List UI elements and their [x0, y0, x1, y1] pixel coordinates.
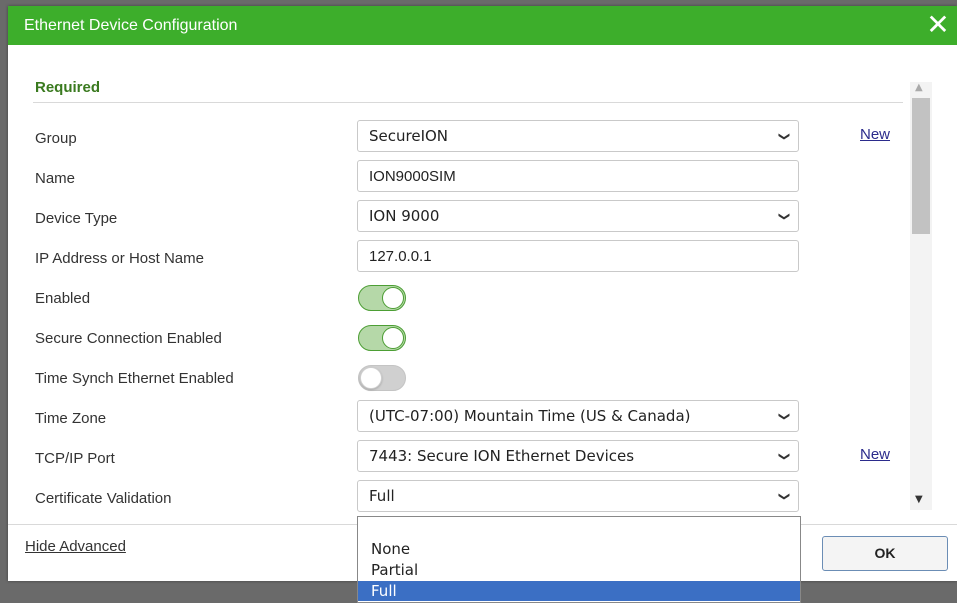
cert-validation-select[interactable]: Full ❯ — [357, 480, 799, 512]
ok-button[interactable]: OK — [822, 536, 948, 571]
close-icon[interactable]: ✕ — [925, 10, 951, 40]
group-label: Group — [35, 130, 77, 147]
chevron-down-icon: ❯ — [777, 131, 791, 142]
chevron-down-icon: ❯ — [777, 211, 791, 222]
name-label: Name — [35, 170, 76, 187]
tcp-port-label: TCP/IP Port — [35, 450, 115, 467]
device-type-select[interactable]: ION 9000 ❯ — [357, 200, 799, 232]
ip-input[interactable]: 127.0.0.1 — [357, 240, 799, 272]
scroll-up-icon[interactable]: ▲ — [915, 82, 923, 93]
dialog-title: Ethernet Device Configuration — [24, 17, 238, 34]
toggle-knob — [382, 327, 404, 349]
secure-connection-toggle[interactable] — [358, 325, 406, 351]
section-title-required: Required — [35, 79, 101, 96]
dialog-titlebar: Ethernet Device Configuration ✕ — [8, 6, 957, 45]
scrollbar-thumb[interactable] — [912, 98, 930, 234]
time-zone-value: (UTC-07:00) Mountain Time (US & Canada) — [369, 407, 691, 425]
enabled-toggle[interactable] — [358, 285, 406, 311]
option-partial[interactable]: Partial — [358, 560, 800, 580]
time-synch-toggle[interactable] — [358, 365, 406, 391]
cert-validation-dropdown: None Partial Full — [357, 516, 801, 603]
chevron-down-icon: ❯ — [777, 411, 791, 422]
time-zone-label: Time Zone — [35, 410, 107, 427]
enabled-label: Enabled — [35, 290, 91, 307]
tcp-port-select[interactable]: 7443: Secure ION Ethernet Devices ❯ — [357, 440, 799, 472]
ethernet-device-config-dialog: Ethernet Device Configuration ✕ Required… — [8, 6, 957, 581]
ip-value: 127.0.0.1 — [369, 248, 432, 265]
secure-connection-label: Secure Connection Enabled — [35, 330, 222, 347]
group-value: SecureION — [369, 127, 449, 145]
option-none[interactable]: None — [358, 539, 800, 559]
option-full[interactable]: Full — [358, 581, 800, 601]
chevron-down-icon: ❯ — [777, 451, 791, 462]
hide-advanced-link[interactable]: Hide Advanced — [25, 538, 126, 555]
name-input[interactable]: ION9000SIM — [357, 160, 799, 192]
ip-label: IP Address or Host Name — [35, 250, 204, 267]
option-label: Partial — [371, 561, 419, 579]
cert-validation-value: Full — [369, 487, 395, 505]
group-new-link[interactable]: New — [860, 126, 890, 143]
chevron-down-icon: ❯ — [777, 491, 791, 502]
toggle-knob — [382, 287, 404, 309]
scroll-down-icon[interactable]: ▼ — [915, 494, 923, 505]
option-label: Full — [371, 582, 397, 600]
toggle-knob — [360, 367, 382, 389]
time-zone-select[interactable]: (UTC-07:00) Mountain Time (US & Canada) … — [357, 400, 799, 432]
device-type-value: ION 9000 — [369, 207, 440, 225]
cert-validation-label: Certificate Validation — [35, 490, 172, 507]
option-label: None — [371, 540, 411, 558]
device-type-label: Device Type — [35, 210, 118, 227]
time-synch-label: Time Synch Ethernet Enabled — [35, 370, 234, 387]
tcp-port-value: 7443: Secure ION Ethernet Devices — [369, 447, 635, 465]
group-select[interactable]: SecureION ❯ — [357, 120, 799, 152]
section-divider — [33, 102, 903, 103]
name-value: ION9000SIM — [369, 168, 456, 185]
tcp-port-new-link[interactable]: New — [860, 446, 890, 463]
